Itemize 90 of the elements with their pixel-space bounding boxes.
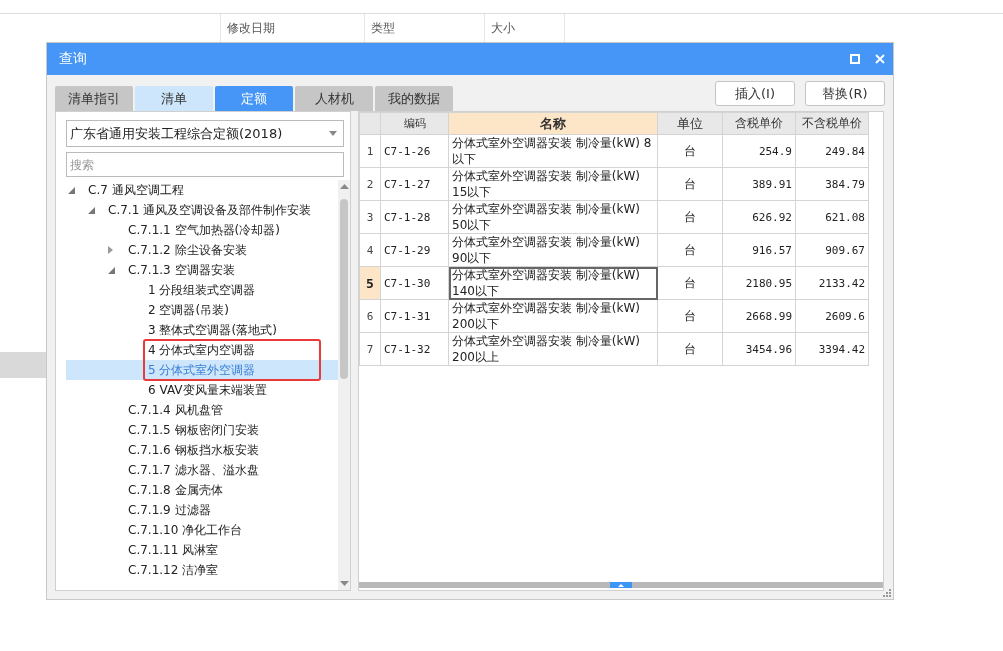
tree-item[interactable]: C.7.1.10 净化工作台	[66, 520, 338, 540]
row-number[interactable]: 5	[359, 266, 381, 300]
scroll-up-icon[interactable]	[339, 184, 349, 189]
tree-item[interactable]: C.7.1.7 滤水器、溢水盘	[66, 460, 338, 480]
insert-button[interactable]: 插入(I)	[715, 81, 795, 106]
scroll-down-icon[interactable]	[339, 581, 349, 586]
scrollbar[interactable]	[338, 180, 350, 590]
expanded-arrow-icon[interactable]	[108, 266, 115, 274]
table-cell: 249.84	[795, 134, 869, 168]
column-header[interactable]: 编码	[380, 112, 449, 135]
tree-item[interactable]: C.7.1.8 金属壳体	[66, 480, 338, 500]
table-cell: 台	[657, 233, 723, 267]
table-cell: C7-1-30	[380, 266, 449, 300]
table-cell: 626.92	[722, 200, 796, 234]
table-cell: 台	[657, 200, 723, 234]
scroll-thumb[interactable]	[340, 199, 348, 379]
tree-item[interactable]: C.7.1.11 风淋室	[66, 540, 338, 560]
table-cell: C7-1-31	[380, 299, 449, 333]
row-number[interactable]: 3	[359, 200, 381, 234]
table-cell: 2609.6	[795, 299, 869, 333]
library-dropdown[interactable]: 广东省通用安装工程综合定额(2018)	[66, 120, 344, 147]
table-cell: 分体式室外空调器安装 制冷量(kW) 50以下	[448, 200, 658, 234]
tab[interactable]: 清单	[135, 86, 213, 111]
table-cell: 分体式室外空调器安装 制冷量(kW) 200以上	[448, 332, 658, 366]
table-cell: 909.67	[795, 233, 869, 267]
tree-item[interactable]: C.7.1.2 除尘设备安装	[66, 240, 338, 260]
table-cell: 台	[657, 332, 723, 366]
maximize-icon[interactable]	[850, 54, 860, 64]
tree-item[interactable]: 6 VAV变风量末端装置	[66, 380, 338, 400]
tree-item[interactable]: C.7.1 通风及空调设备及部件制作安装	[66, 200, 338, 220]
tab[interactable]: 人材机	[295, 86, 373, 111]
splitter-bar[interactable]	[359, 582, 883, 588]
expanded-arrow-icon[interactable]	[88, 206, 95, 214]
column-header[interactable]: 不含税单价	[795, 112, 869, 135]
tree-item[interactable]: C.7.1.9 过滤器	[66, 500, 338, 520]
table-cell: 台	[657, 167, 723, 201]
row-number[interactable]: 7	[359, 332, 381, 366]
table-cell: 分体式室外空调器安装 制冷量(kW) 140以下	[448, 266, 658, 300]
row-number[interactable]: 2	[359, 167, 381, 201]
table-cell: 分体式室外空调器安装 制冷量(kW) 90以下	[448, 233, 658, 267]
tree-item[interactable]: C.7.1.3 空调器安装	[66, 260, 338, 280]
search-field[interactable]: 搜索	[66, 152, 344, 177]
table-cell: 916.57	[722, 233, 796, 267]
tree-item[interactable]: 2 空调器(吊装)	[66, 300, 338, 320]
row-number[interactable]: 4	[359, 233, 381, 267]
table-cell: 2668.99	[722, 299, 796, 333]
row-number[interactable]: 1	[359, 134, 381, 168]
row-highlight	[0, 352, 47, 378]
table-cell: C7-1-27	[380, 167, 449, 201]
table-cell: C7-1-32	[380, 332, 449, 366]
tab[interactable]: 清单指引	[55, 86, 133, 111]
table-cell: 2180.95	[722, 266, 796, 300]
splitter-handle-icon[interactable]	[610, 582, 632, 588]
table-cell: 621.08	[795, 200, 869, 234]
column-header[interactable]: 单位	[657, 112, 723, 135]
table-cell: 台	[657, 299, 723, 333]
table-cell: 分体式室外空调器安装 制冷量(kW) 8以下	[448, 134, 658, 168]
tree-item[interactable]: 3 整体式空调器(落地式)	[66, 320, 338, 340]
table-cell: C7-1-26	[380, 134, 449, 168]
collapsed-arrow-icon[interactable]	[108, 246, 113, 254]
table-cell: 3454.96	[722, 332, 796, 366]
table-cell: 分体式室外空调器安装 制冷量(kW) 15以下	[448, 167, 658, 201]
resize-grip-icon[interactable]	[882, 588, 891, 597]
tree-item[interactable]: C.7.1.5 钢板密闭门安装	[66, 420, 338, 440]
tree-item[interactable]: C.7.1.6 钢板挡水板安装	[66, 440, 338, 460]
tree-item[interactable]: C.7.1.12 洁净室	[66, 560, 338, 580]
column-header[interactable]: 名称	[448, 112, 658, 135]
caret-icon	[329, 131, 337, 136]
close-icon[interactable]	[875, 54, 885, 64]
table-cell: 台	[657, 134, 723, 168]
table-cell: 384.79	[795, 167, 869, 201]
table-cell: 3394.42	[795, 332, 869, 366]
table-cell: C7-1-28	[380, 200, 449, 234]
expanded-arrow-icon[interactable]	[68, 186, 75, 194]
table-cell: 254.9	[722, 134, 796, 168]
tree-item[interactable]: C.7 通风空调工程	[66, 180, 338, 200]
tab[interactable]: 我的数据	[375, 86, 453, 111]
tree-item[interactable]: 4 分体式室内空调器	[66, 340, 338, 360]
tree-item[interactable]: C.7.1.4 风机盘管	[66, 400, 338, 420]
table-cell: 台	[657, 266, 723, 300]
table-cell: 分体式室外空调器安装 制冷量(kW) 200以下	[448, 299, 658, 333]
tree-item[interactable]: 1 分段组装式空调器	[66, 280, 338, 300]
tree-item[interactable]: C.7.1.1 空气加热器(冷却器)	[66, 220, 338, 240]
table-cell: 389.91	[722, 167, 796, 201]
row-number[interactable]: 6	[359, 299, 381, 333]
window-title: 查询	[59, 50, 88, 68]
table-cell: 2133.42	[795, 266, 869, 300]
table-cell: C7-1-29	[380, 233, 449, 267]
replace-button[interactable]: 替换(R)	[805, 81, 885, 106]
column-header[interactable]: 含税单价	[722, 112, 796, 135]
